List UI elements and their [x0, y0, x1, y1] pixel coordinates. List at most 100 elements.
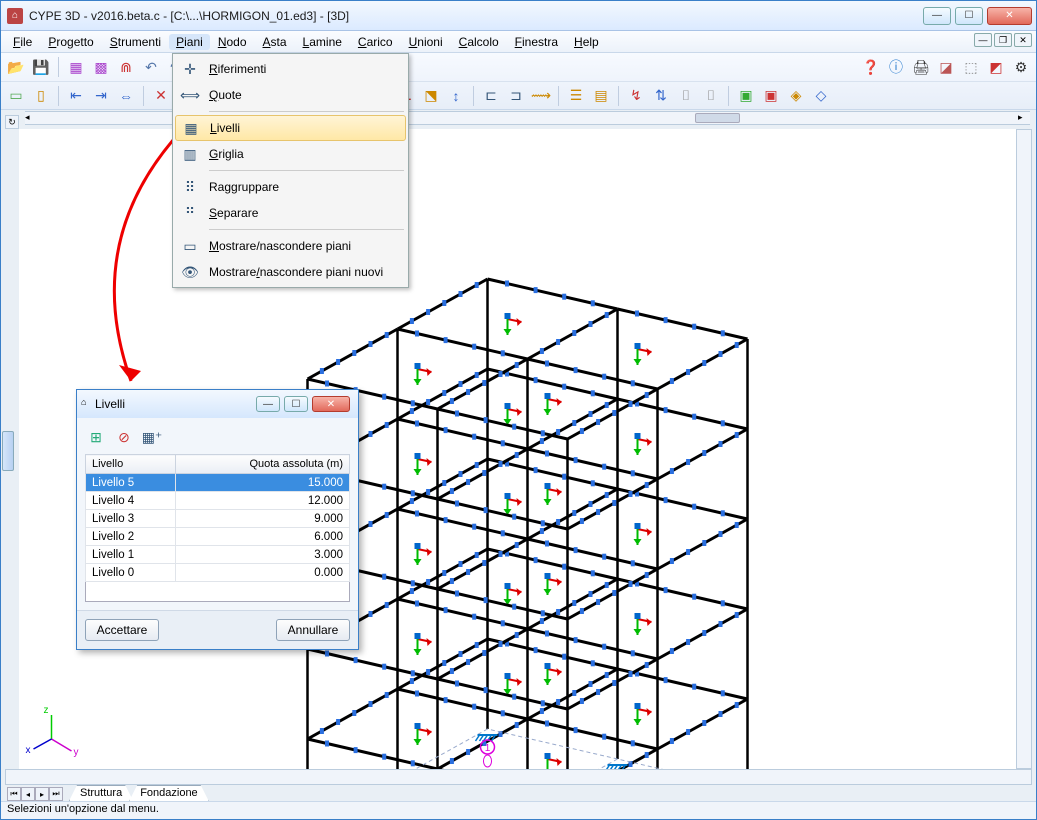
tab-nav-prev[interactable]: ◂ [21, 787, 35, 801]
menu-asta[interactable]: Asta [255, 33, 295, 51]
table-row[interactable]: Livello 00.000 [86, 564, 350, 582]
tool-icon[interactable]: ▣ [735, 85, 757, 107]
menu-item-riferimenti[interactable]: ✛Riferimenti [175, 56, 406, 82]
tab-nav-last[interactable]: ⏭ [49, 787, 63, 801]
levels-table[interactable]: Livello Quota assoluta (m) Livello 515.0… [85, 454, 350, 582]
menu-item-livelli[interactable]: ▦Livelli [175, 115, 406, 141]
svg-text:1: 1 [485, 743, 491, 754]
toolbar-area: 📂 💾 ▦ ▩ ⋒ ↶ ↷ ❓ ⓘ 🖨 ◪ ⬚ ◩ ⚙ ▭ ▯ ⇤ ⇥ ⇔ ✕ [1, 53, 1036, 110]
maximize-button[interactable]: ☐ [955, 7, 983, 25]
delete-level-icon[interactable]: ⊘ [113, 426, 135, 448]
delete-icon[interactable]: ✕ [150, 85, 172, 107]
menu-item-label: Livelli [210, 121, 240, 135]
tool-icon[interactable]: ⊏ [480, 85, 502, 107]
menu-item-quote[interactable]: ⟺Quote [175, 82, 406, 108]
tool-icon[interactable]: ⟿ [530, 85, 552, 107]
tool-icon[interactable]: ◩ [985, 56, 1007, 78]
table-row[interactable]: Livello 13.000 [86, 546, 350, 564]
menu-nodo[interactable]: Nodo [210, 33, 255, 51]
undo-icon[interactable]: ↶ [140, 56, 162, 78]
viewport-refresh-button[interactable]: ↻ [5, 115, 19, 129]
tool-icon[interactable]: ⌷ [700, 85, 722, 107]
tool-icon[interactable]: ▦ [65, 56, 87, 78]
minimize-button[interactable]: — [923, 7, 951, 25]
add-level-icon[interactable]: ⊞ [85, 426, 107, 448]
mdi-restore-button[interactable]: ❐ [994, 33, 1012, 47]
settings-icon[interactable]: ⚙ [1010, 56, 1032, 78]
mdi-close-button[interactable]: ✕ [1014, 33, 1032, 47]
col-quota[interactable]: Quota assoluta (m) [176, 455, 350, 474]
box-icon[interactable]: ◪ [935, 56, 957, 78]
scroll-thumb[interactable] [695, 113, 740, 123]
tool-icon[interactable]: ▩ [90, 56, 112, 78]
svg-text:y: y [74, 747, 79, 758]
menu-progetto[interactable]: Progetto [40, 33, 101, 51]
magnet-icon[interactable]: ⋒ [115, 56, 137, 78]
tool-icon[interactable]: ⇅ [650, 85, 672, 107]
vertical-scrollbar[interactable] [1016, 129, 1032, 769]
tool-icon[interactable]: ▭ [5, 85, 27, 107]
tool-icon[interactable]: ▯ [30, 85, 52, 107]
help-icon[interactable]: ❓ [860, 56, 882, 78]
tool-icon[interactable]: ⌷ [675, 85, 697, 107]
livelli-dialog: ⌂ Livelli — ☐ ✕ ⊞ ⊘ ▦⁺ Livello Quota ass… [76, 389, 359, 650]
menu-file[interactable]: File [5, 33, 40, 51]
menu-carico[interactable]: Carico [350, 33, 401, 51]
table-row[interactable]: Livello 515.000 [86, 474, 350, 492]
tab-nav-first[interactable]: ⏮ [7, 787, 21, 801]
menu-item-griglia[interactable]: ▥Griglia [175, 141, 406, 167]
sheet-tabs: ⏮ ◂ ▸ ⏭ Struttura Fondazione [7, 783, 209, 801]
tool-icon[interactable]: ◈ [785, 85, 807, 107]
open-icon[interactable]: 📂 [5, 56, 27, 78]
main-window: ⌂ CYPE 3D - v2016.beta.c - [C:\...\HORMI… [0, 0, 1037, 820]
add-grid-icon[interactable]: ▦⁺ [141, 426, 163, 448]
cube-icon[interactable]: ⬚ [960, 56, 982, 78]
menu-help[interactable]: Help [566, 33, 607, 51]
mdi-minimize-button[interactable]: — [974, 33, 992, 47]
tool-icon[interactable]: ⇥ [90, 85, 112, 107]
tab-struttura[interactable]: Struttura [69, 785, 133, 801]
cancel-button[interactable]: Annullare [276, 619, 350, 641]
table-row[interactable]: Livello 412.000 [86, 492, 350, 510]
side-panel-handle[interactable] [2, 431, 14, 471]
menu-item-raggruppare[interactable]: ⠿Raggruppare [175, 174, 406, 200]
tool-icon[interactable]: ↯ [625, 85, 647, 107]
dialog-maximize-button[interactable]: ☐ [284, 396, 308, 412]
menu-item-separare[interactable]: ⠛Separare [175, 200, 406, 226]
tool-icon[interactable]: ▣ [760, 85, 782, 107]
tool-icon[interactable]: ◇ [810, 85, 832, 107]
ungroup-icon: ⠛ [177, 202, 203, 224]
menu-item-mostrare-nascondere-piani-nuovi[interactable]: 👁Mostrare/nascondere piani nuovi [175, 259, 406, 285]
tool-icon[interactable]: ☰ [565, 85, 587, 107]
status-text: Selezioni un'opzione dal menu. [7, 803, 159, 815]
close-button[interactable]: ✕ [987, 7, 1032, 25]
menu-strumenti[interactable]: Strumenti [102, 33, 169, 51]
save-icon[interactable]: 💾 [30, 56, 52, 78]
menu-calcolo[interactable]: Calcolo [451, 33, 507, 51]
print-icon[interactable]: 🖨 [910, 56, 932, 78]
menu-unioni[interactable]: Unioni [401, 33, 451, 51]
tool-icon[interactable]: ⇤ [65, 85, 87, 107]
accept-button[interactable]: Accettare [85, 619, 159, 641]
dialog-minimize-button[interactable]: — [256, 396, 280, 412]
tab-fondazione[interactable]: Fondazione [129, 785, 209, 801]
menu-item-label: Mostrare/nascondere piani nuovi [209, 265, 383, 279]
table-row[interactable]: Livello 39.000 [86, 510, 350, 528]
grid-icon: ▥ [177, 143, 203, 165]
dialog-close-button[interactable]: ✕ [312, 396, 350, 412]
tool-icon[interactable]: ⇔ [115, 85, 137, 107]
piani-dropdown-menu: ✛Riferimenti⟺Quote ▦Livelli▥Griglia ⠿Raggr… [172, 53, 409, 288]
info-icon[interactable]: ⓘ [885, 56, 907, 78]
menu-item-mostrare-nascondere-piani[interactable]: ▭Mostrare/nascondere piani [175, 233, 406, 259]
tab-nav-next[interactable]: ▸ [35, 787, 49, 801]
col-level[interactable]: Livello [86, 455, 176, 474]
menu-finestra[interactable]: Finestra [507, 33, 566, 51]
tool-icon[interactable]: ▤ [590, 85, 612, 107]
menu-piani[interactable]: Piani [169, 34, 210, 50]
tool-icon[interactable]: ⊐ [505, 85, 527, 107]
tool-icon[interactable]: ↕ [445, 85, 467, 107]
table-row[interactable]: Livello 26.000 [86, 528, 350, 546]
menu-lamine[interactable]: Lamine [295, 33, 350, 51]
tool-icon[interactable]: ⬔ [420, 85, 442, 107]
axes-icon: ✛ [177, 58, 203, 80]
